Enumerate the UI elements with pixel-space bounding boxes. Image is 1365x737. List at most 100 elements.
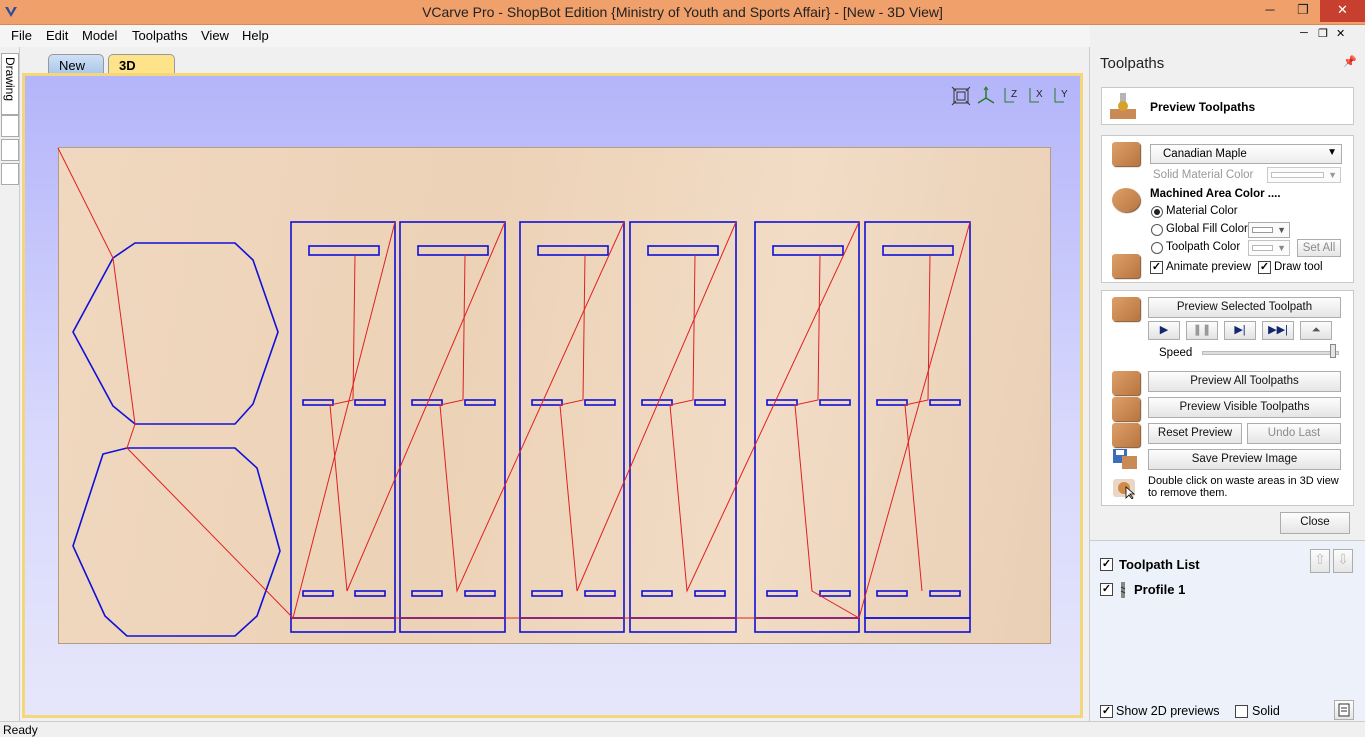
machined-area-heading: Machined Area Color ....	[1150, 188, 1281, 200]
to-top-button[interactable]: ⏶	[1300, 321, 1332, 340]
panel-3	[519, 221, 625, 619]
minimize-button[interactable]: ─	[1255, 0, 1285, 22]
step-button[interactable]: ▶|	[1224, 321, 1256, 340]
close-button[interactable]: ✕	[1320, 0, 1365, 22]
menu-help[interactable]: Help	[242, 28, 269, 43]
3d-view-canvas[interactable]: Z X Y	[25, 76, 1080, 715]
reset-preview-icon	[1112, 423, 1140, 447]
strip-1	[290, 617, 396, 633]
mdi-minimize-button[interactable]: ─	[1300, 27, 1308, 39]
show-2d-previews-label: Show 2D previews	[1116, 704, 1220, 718]
menu-bar: File Edit Model Toolpaths View Help	[0, 25, 1090, 47]
preview-toolpaths-icon	[1110, 93, 1136, 119]
hint-text: Double click on waste areas in 3D view t…	[1148, 475, 1339, 499]
menu-file[interactable]: File	[11, 28, 32, 43]
side-tab-strip: Drawing	[0, 47, 20, 723]
strip-2	[399, 617, 506, 633]
side-tab-4[interactable]	[1, 163, 19, 185]
close-panel-button[interactable]: Close	[1280, 512, 1350, 534]
status-bar: Ready	[0, 721, 1365, 737]
document-tabs: New 3D View	[22, 47, 1088, 88]
tab-3d-view[interactable]: 3D View	[108, 54, 175, 88]
material-color-radio[interactable]	[1151, 206, 1163, 218]
preview-all-button[interactable]: Preview All Toolpaths	[1148, 371, 1341, 392]
cursor-hint-icon	[1113, 479, 1136, 499]
set-all-button[interactable]: Set All	[1297, 239, 1341, 257]
speed-slider-thumb[interactable]	[1330, 344, 1337, 358]
draw-tool-checkbox[interactable]: ✓	[1258, 261, 1271, 274]
panel-5	[754, 221, 860, 619]
list-item[interactable]: ✓ Profile 1	[1100, 581, 1300, 599]
window-title: VCarve Pro - ShopBot Edition {Ministry o…	[422, 4, 943, 20]
status-text: Ready	[3, 723, 38, 737]
material-select-value: Canadian Maple	[1163, 148, 1247, 160]
material-box: Canadian Maple ▼ Solid Material Color ▼ …	[1101, 135, 1354, 283]
title-bar: VCarve Pro - ShopBot Edition {Ministry o…	[0, 0, 1365, 25]
toolpath-color-radio[interactable]	[1151, 242, 1163, 254]
toolpath-color-swatch[interactable]: ▼	[1248, 240, 1290, 256]
speed-slider-track	[1202, 351, 1339, 355]
save-preview-image-button[interactable]: Save Preview Image	[1148, 449, 1341, 470]
mdi-restore-button[interactable]: ❐	[1318, 27, 1328, 40]
side-tab-3[interactable]	[1, 139, 19, 161]
slot-group	[302, 245, 961, 597]
hexagon-part-top	[72, 242, 279, 425]
mdi-close-button[interactable]: ✕	[1336, 27, 1345, 40]
material-select[interactable]: Canadian Maple ▼	[1150, 144, 1342, 164]
profile-1-checkbox[interactable]: ✓	[1100, 583, 1113, 596]
material-color-label: Material Color	[1166, 205, 1238, 217]
save-disk-icon	[1113, 449, 1137, 469]
pin-icon[interactable]: 📌	[1343, 55, 1357, 68]
strip-6	[864, 617, 971, 633]
panel-4	[629, 221, 737, 619]
solid-material-color-swatch: ▼	[1267, 167, 1341, 183]
speed-label: Speed	[1159, 347, 1193, 359]
machined-area-icon	[1112, 188, 1140, 212]
animate-preview-label: Animate preview	[1166, 261, 1252, 273]
menu-model[interactable]: Model	[82, 28, 117, 43]
play-button[interactable]: ▶	[1148, 321, 1180, 340]
menu-view[interactable]: View	[201, 28, 229, 43]
toolpath-color-label: Toolpath Color	[1166, 241, 1241, 253]
toolpath-list-area: ✓ Toolpath List ⇧ ⇩ ✓ Profile 1 ✓ Show 2…	[1090, 540, 1365, 721]
show-2d-previews-checkbox[interactable]: ✓	[1100, 705, 1113, 718]
profile-1-label: Profile 1	[1134, 582, 1186, 597]
toolpath-list-checkbox[interactable]: ✓	[1100, 558, 1113, 571]
strip-4	[629, 617, 737, 633]
toolpath-scene	[57, 147, 971, 637]
strip-5	[754, 617, 860, 633]
move-up-button[interactable]: ⇧	[1310, 549, 1330, 573]
toolpath-list-heading: Toolpath List	[1119, 557, 1200, 572]
side-tab-2[interactable]	[1, 115, 19, 137]
profile-toolpaths	[72, 221, 971, 637]
draw-tool-label: Draw tool	[1274, 261, 1323, 273]
preview-visible-button[interactable]: Preview Visible Toolpaths	[1148, 397, 1341, 418]
chevron-down-icon: ▼	[1327, 147, 1337, 158]
restore-button[interactable]: ❐	[1288, 0, 1318, 22]
global-fill-color-swatch[interactable]: ▼	[1248, 222, 1290, 238]
global-fill-color-radio[interactable]	[1151, 224, 1163, 236]
material-icon	[1112, 142, 1140, 166]
animate-icon	[1112, 254, 1140, 278]
to-end-button[interactable]: ▶▶|	[1262, 321, 1294, 340]
panel-6	[864, 221, 971, 619]
menu-edit[interactable]: Edit	[46, 28, 68, 43]
solid-material-color-label: Solid Material Color	[1153, 169, 1254, 181]
global-fill-color-label: Global Fill Color	[1166, 223, 1248, 235]
tab-new[interactable]: New	[48, 54, 104, 74]
drawing-tab[interactable]: Drawing	[1, 53, 19, 115]
undo-last-button[interactable]: Undo Last	[1247, 423, 1341, 444]
view-frame: Z X Y	[22, 73, 1083, 718]
preview-selected-icon	[1112, 297, 1140, 321]
animate-preview-checkbox[interactable]: ✓	[1150, 261, 1163, 274]
menu-toolpaths[interactable]: Toolpaths	[132, 28, 188, 43]
end-mill-icon	[1120, 582, 1126, 598]
move-down-button[interactable]: ⇩	[1333, 549, 1353, 573]
hexagon-part-bottom	[72, 447, 281, 637]
solid-checkbox[interactable]	[1235, 705, 1248, 718]
preview-selected-button[interactable]: Preview Selected Toolpath	[1148, 297, 1341, 318]
panel-options-button[interactable]	[1334, 700, 1354, 720]
drawing-tab-label: Drawing	[3, 57, 17, 102]
reset-preview-button[interactable]: Reset Preview	[1148, 423, 1242, 444]
pause-button[interactable]: ❚❚	[1186, 321, 1218, 340]
